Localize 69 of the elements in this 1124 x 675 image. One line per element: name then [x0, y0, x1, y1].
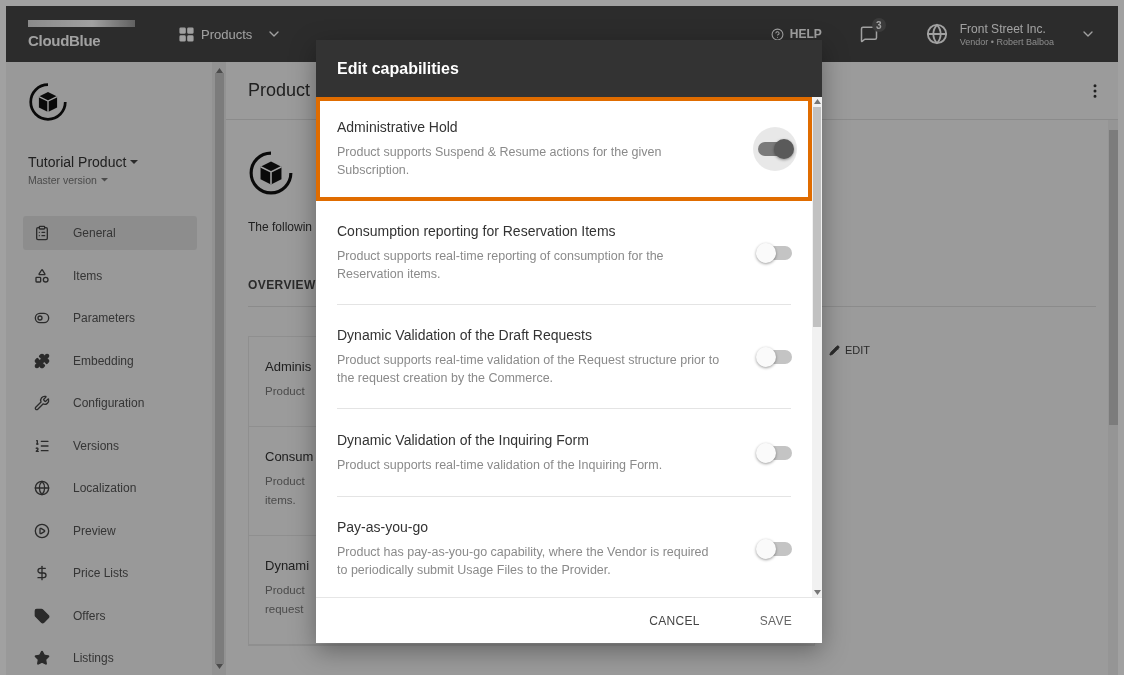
capability-title: Consumption reporting for Reservation Items — [337, 223, 617, 239]
capability-description: Product supports Suspend & Resume actions for the given Subscription. — [337, 144, 663, 179]
tag-icon — [34, 607, 50, 624]
shapes-icon — [34, 267, 50, 284]
product-logo-icon — [28, 82, 68, 122]
logo: CloudBlue — [28, 31, 102, 49]
sidebar-item[interactable]: Versions — [23, 428, 197, 463]
scroll-up-icon[interactable] — [813, 99, 821, 104]
capability-description: Product supports real-time validation of the Request structure prior to the request creation by the Commerce. — [337, 352, 721, 387]
capability-description: Product supports real-time reporting of consumption for the Reservation items. — [337, 248, 665, 283]
overview-tab[interactable]: OVERVIEW — [248, 278, 316, 292]
dialog-title: Edit capabilities — [337, 59, 459, 78]
product-icon — [248, 150, 294, 196]
capability-title: Adminis — [265, 359, 312, 374]
capability-description: Product — [265, 384, 305, 399]
sidebar-item[interactable]: Preview — [23, 513, 197, 548]
capability-title: Dynamic Validation of the Draft Requests — [337, 327, 593, 343]
play-icon — [34, 522, 50, 539]
intro-text: The followin — [248, 220, 313, 234]
scrollbar[interactable] — [1108, 120, 1118, 675]
account-name: Front Street Inc. — [959, 21, 1047, 36]
capability-title: Dynami — [265, 558, 310, 573]
sidebar-item[interactable]: Listings — [23, 641, 197, 675]
capability-description: Product request — [265, 583, 305, 617]
capability-title: Administrative Hold — [337, 119, 459, 135]
pencil-icon — [829, 344, 840, 356]
help-button[interactable]: HELP — [770, 27, 822, 41]
sidebar-item[interactable]: Items — [23, 258, 197, 293]
product-selector[interactable]: Tutorial Product — [23, 154, 197, 170]
capability-title: Consum — [265, 449, 314, 464]
star-icon — [34, 650, 50, 666]
dollar-icon — [34, 565, 50, 581]
account-role: Vendor • Robert Balboa — [959, 36, 1054, 47]
scrollbar[interactable] — [812, 97, 822, 597]
account-menu[interactable]: Front Street Inc. Vendor • Robert Balboa — [925, 21, 1096, 47]
notification-badge: 3 — [871, 18, 886, 32]
page-title: Product — [248, 80, 311, 101]
caret-icon — [100, 178, 108, 182]
save-button[interactable]: SAVE — [747, 607, 804, 634]
scrollbar[interactable] — [212, 62, 226, 675]
edit-button[interactable]: EDIT — [829, 344, 871, 356]
toggle-icon — [34, 310, 50, 326]
version-selector[interactable]: Master version — [23, 174, 197, 186]
sidebar-item[interactable]: Embedding — [23, 343, 197, 378]
capability-description: Product has pay-as-you-go capability, where the Vendor is required to periodically submit Usage Files to the Provider. — [337, 544, 710, 579]
help-icon — [770, 27, 784, 41]
capability-description: Product items. — [265, 474, 305, 508]
clipboard-icon — [34, 225, 50, 241]
puzzle-icon — [34, 352, 50, 369]
toggle-switch[interactable] — [753, 127, 797, 171]
grid-icon — [178, 25, 195, 43]
globe-icon — [925, 23, 948, 45]
capability-title: Pay-as-you-go — [337, 519, 430, 535]
message-icon[interactable] — [859, 25, 878, 43]
capability-description: Product supports real-time validation of the Inquiring Form. — [337, 457, 664, 474]
numbered-list-icon — [34, 437, 50, 454]
sidebar-item[interactable]: Price Lists — [23, 556, 197, 590]
sidebar-item[interactable]: Parameters — [23, 301, 197, 335]
capability-title: Dynamic Validation of the Inquiring Form — [337, 432, 590, 448]
scroll-down-icon[interactable] — [813, 590, 821, 595]
cancel-button[interactable]: CANCEL — [637, 607, 712, 634]
globe-icon — [34, 480, 50, 496]
wrench-icon — [34, 395, 50, 411]
sidebar-item[interactable]: General — [23, 216, 197, 250]
sidebar-item[interactable]: Localization — [23, 471, 197, 505]
caret-icon — [130, 160, 139, 164]
products-menu[interactable]: Products — [178, 25, 283, 43]
sidebar-item[interactable]: Offers — [23, 598, 197, 633]
sidebar-item[interactable]: Configuration — [23, 386, 197, 420]
